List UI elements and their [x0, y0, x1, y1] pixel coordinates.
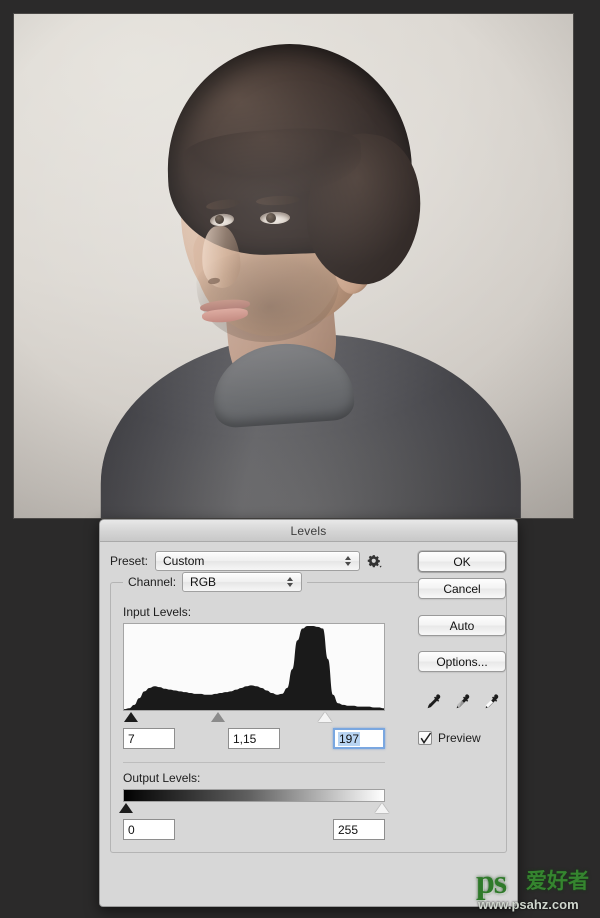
input-midtone-value: 1,15: [233, 731, 257, 746]
channel-value: RGB: [190, 575, 217, 589]
preset-label: Preset:: [110, 554, 149, 568]
cancel-button[interactable]: Cancel: [418, 578, 506, 599]
output-white-value: 255: [338, 822, 359, 837]
dialog-title: Levels: [290, 523, 327, 538]
levels-dialog: Levels Preset: Custom Channel: RGB Input…: [99, 519, 518, 907]
options-button[interactable]: Options...: [418, 651, 506, 672]
photo-vignette: [14, 14, 573, 518]
dialog-titlebar[interactable]: Levels: [100, 520, 517, 542]
output-level-fields: 0 255: [123, 819, 385, 841]
preset-value: Custom: [163, 554, 205, 568]
photo-canvas: [14, 14, 573, 518]
input-shadow-field[interactable]: 7: [123, 728, 175, 749]
preview-label: Preview: [438, 731, 481, 745]
output-white-field[interactable]: 255: [333, 819, 385, 840]
input-midtone-field[interactable]: 1,15: [228, 728, 280, 749]
input-level-sliders: [123, 711, 385, 724]
dialog-body: Preset: Custom Channel: RGB Input Levels…: [100, 542, 517, 906]
eyedropper-tools: [418, 692, 506, 712]
histogram[interactable]: [123, 623, 385, 711]
output-white-slider[interactable]: [375, 803, 389, 813]
preview-checkbox[interactable]: [418, 731, 432, 745]
preview-row[interactable]: Preview: [418, 731, 506, 745]
output-black-value: 0: [128, 822, 135, 837]
output-levels-label: Output Levels:: [123, 771, 201, 785]
set-gray-point-eyedropper[interactable]: [453, 693, 471, 711]
set-black-point-eyedropper[interactable]: [424, 693, 442, 711]
input-shadow-value: 7: [128, 731, 135, 746]
input-level-fields: 7 1,15 197: [123, 728, 385, 750]
output-gradient-bar[interactable]: [123, 789, 385, 802]
gear-icon[interactable]: [367, 554, 382, 569]
channel-select[interactable]: RGB: [182, 572, 303, 592]
dialog-button-column: OK Cancel Auto Options... Preview: [418, 551, 506, 745]
histogram-plot: [124, 626, 384, 710]
input-highlight-field[interactable]: 197: [333, 728, 385, 749]
chevron-updown-icon: [287, 575, 295, 589]
chevron-updown-icon: [345, 554, 353, 568]
input-midtone-slider[interactable]: [211, 712, 226, 722]
channel-label: Channel:: [128, 575, 177, 589]
output-level-sliders: [119, 802, 389, 815]
output-black-slider[interactable]: [119, 803, 133, 813]
input-highlight-slider[interactable]: [317, 712, 332, 722]
section-divider: [123, 762, 385, 763]
input-shadow-slider[interactable]: [124, 712, 139, 722]
channel-row: Channel: RGB: [123, 572, 308, 592]
set-white-point-eyedropper[interactable]: [482, 693, 500, 711]
preset-select[interactable]: Custom: [155, 551, 361, 571]
ok-button[interactable]: OK: [418, 551, 506, 572]
watermark-brand-cn: 爱好者: [526, 869, 589, 893]
output-black-field[interactable]: 0: [123, 819, 175, 840]
input-highlight-value: 197: [338, 731, 361, 746]
screen: Levels Preset: Custom Channel: RGB Input…: [0, 0, 600, 918]
auto-button[interactable]: Auto: [418, 615, 506, 636]
